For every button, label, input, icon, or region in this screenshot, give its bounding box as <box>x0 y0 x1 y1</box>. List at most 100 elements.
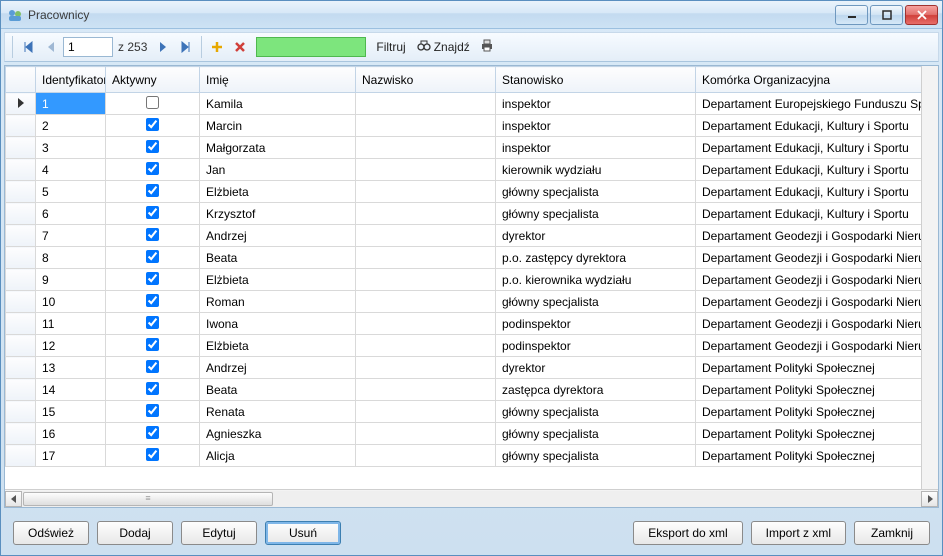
table-row[interactable]: 3MałgorzatainspektorDepartament Edukacji… <box>6 137 922 159</box>
cell-active[interactable] <box>106 181 200 203</box>
active-checkbox[interactable] <box>146 118 159 131</box>
add-button[interactable]: Dodaj <box>97 521 173 545</box>
cell-first-name[interactable]: Renata <box>200 401 356 423</box>
nav-current-input[interactable] <box>63 37 113 57</box>
export-xml-button[interactable]: Eksport do xml <box>633 521 742 545</box>
cell-position[interactable]: podinspektor <box>496 313 696 335</box>
cell-position[interactable]: inspektor <box>496 115 696 137</box>
cell-unit[interactable]: Departament Polityki Społecznej <box>696 423 922 445</box>
cell-position[interactable]: główny specjalista <box>496 423 696 445</box>
col-header-unit[interactable]: Komórka Organizacyjna <box>696 67 922 93</box>
nav-delete-button[interactable] <box>229 36 251 58</box>
cell-first-name[interactable]: Iwona <box>200 313 356 335</box>
table-row[interactable]: 12ElżbietapodinspektorDepartament Geodez… <box>6 335 922 357</box>
cell-position[interactable]: główny specjalista <box>496 445 696 467</box>
cell-id[interactable]: 2 <box>36 115 106 137</box>
filter-button[interactable]: Filtruj <box>371 40 410 54</box>
active-checkbox[interactable] <box>146 250 159 263</box>
active-checkbox[interactable] <box>146 96 159 109</box>
cell-first-name[interactable]: Beata <box>200 247 356 269</box>
edit-button[interactable]: Edytuj <box>181 521 257 545</box>
cell-position[interactable]: zastępca dyrektora <box>496 379 696 401</box>
table-row[interactable]: 15Renatagłówny specjalistaDepartament Po… <box>6 401 922 423</box>
table-row[interactable]: 9Elżbietap.o. kierownika wydziałuDeparta… <box>6 269 922 291</box>
cell-id[interactable]: 6 <box>36 203 106 225</box>
cell-unit[interactable]: Departament Geodezji i Gospodarki Nieru <box>696 313 922 335</box>
horizontal-scrollbar[interactable]: ≡ <box>5 489 938 507</box>
cell-position[interactable]: główny specjalista <box>496 203 696 225</box>
cell-last-name[interactable] <box>356 291 496 313</box>
active-checkbox[interactable] <box>146 184 159 197</box>
cell-id[interactable]: 17 <box>36 445 106 467</box>
cell-unit[interactable]: Departament Geodezji i Gospodarki Nieru <box>696 225 922 247</box>
vertical-scrollbar[interactable] <box>921 66 938 489</box>
nav-next-button[interactable] <box>152 36 174 58</box>
cell-active[interactable] <box>106 401 200 423</box>
scroll-track[interactable]: ≡ <box>22 491 921 507</box>
cell-last-name[interactable] <box>356 445 496 467</box>
cell-last-name[interactable] <box>356 137 496 159</box>
cell-last-name[interactable] <box>356 357 496 379</box>
cell-active[interactable] <box>106 225 200 247</box>
find-button[interactable]: Znajdź <box>412 40 475 55</box>
nav-first-button[interactable] <box>17 36 39 58</box>
cell-first-name[interactable]: Roman <box>200 291 356 313</box>
col-header-position[interactable]: Stanowisko <box>496 67 696 93</box>
refresh-button[interactable]: Odśwież <box>13 521 89 545</box>
col-header-active[interactable]: Aktywny <box>106 67 200 93</box>
table-row[interactable]: 6Krzysztofgłówny specjalistaDepartament … <box>6 203 922 225</box>
active-checkbox[interactable] <box>146 426 159 439</box>
table-row[interactable]: 14Beatazastępca dyrektoraDepartament Pol… <box>6 379 922 401</box>
active-checkbox[interactable] <box>146 228 159 241</box>
cell-first-name[interactable]: Małgorzata <box>200 137 356 159</box>
table-row[interactable]: 4Jankierownik wydziałuDepartament Edukac… <box>6 159 922 181</box>
table-row[interactable]: 8Beatap.o. zastępcy dyrektoraDepartament… <box>6 247 922 269</box>
cell-last-name[interactable] <box>356 379 496 401</box>
cell-unit[interactable]: Departament Edukacji, Kultury i Sportu <box>696 137 922 159</box>
cell-last-name[interactable] <box>356 423 496 445</box>
table-row[interactable]: 16Agnieszkagłówny specjalistaDepartament… <box>6 423 922 445</box>
cell-last-name[interactable] <box>356 115 496 137</box>
cell-position[interactable]: główny specjalista <box>496 291 696 313</box>
nav-add-button[interactable] <box>206 36 228 58</box>
col-header-last[interactable]: Nazwisko <box>356 67 496 93</box>
cell-position[interactable]: podinspektor <box>496 335 696 357</box>
cell-unit[interactable]: Departament Geodezji i Gospodarki Nieru <box>696 291 922 313</box>
cell-active[interactable] <box>106 269 200 291</box>
cell-first-name[interactable]: Jan <box>200 159 356 181</box>
print-button[interactable] <box>476 36 498 58</box>
scroll-right-button[interactable] <box>921 491 938 507</box>
cell-position[interactable]: inspektor <box>496 137 696 159</box>
cell-first-name[interactable]: Marcin <box>200 115 356 137</box>
cell-position[interactable]: inspektor <box>496 93 696 115</box>
cell-last-name[interactable] <box>356 401 496 423</box>
cell-id[interactable]: 4 <box>36 159 106 181</box>
active-checkbox[interactable] <box>146 448 159 461</box>
cell-id[interactable]: 7 <box>36 225 106 247</box>
cell-id[interactable]: 13 <box>36 357 106 379</box>
cell-first-name[interactable]: Agnieszka <box>200 423 356 445</box>
cell-unit[interactable]: Departament Edukacji, Kultury i Sportu <box>696 181 922 203</box>
close-button[interactable] <box>905 5 938 25</box>
cell-unit[interactable]: Departament Edukacji, Kultury i Sportu <box>696 115 922 137</box>
cell-unit[interactable]: Departament Geodezji i Gospodarki Nieru <box>696 269 922 291</box>
cell-unit[interactable]: Departament Edukacji, Kultury i Sportu <box>696 203 922 225</box>
cell-id[interactable]: 8 <box>36 247 106 269</box>
active-checkbox[interactable] <box>146 206 159 219</box>
cell-last-name[interactable] <box>356 269 496 291</box>
cell-unit[interactable]: Departament Geodezji i Gospodarki Nieru <box>696 247 922 269</box>
cell-last-name[interactable] <box>356 93 496 115</box>
cell-position[interactable]: dyrektor <box>496 225 696 247</box>
cell-first-name[interactable]: Elżbieta <box>200 181 356 203</box>
delete-button[interactable]: Usuń <box>265 521 341 545</box>
cell-position[interactable]: kierownik wydziału <box>496 159 696 181</box>
nav-last-button[interactable] <box>175 36 197 58</box>
active-checkbox[interactable] <box>146 360 159 373</box>
cell-last-name[interactable] <box>356 247 496 269</box>
cell-id[interactable]: 9 <box>36 269 106 291</box>
cell-id[interactable]: 10 <box>36 291 106 313</box>
active-checkbox[interactable] <box>146 338 159 351</box>
cell-active[interactable] <box>106 357 200 379</box>
table-row[interactable]: 1KamilainspektorDepartament Europejskieg… <box>6 93 922 115</box>
active-checkbox[interactable] <box>146 162 159 175</box>
